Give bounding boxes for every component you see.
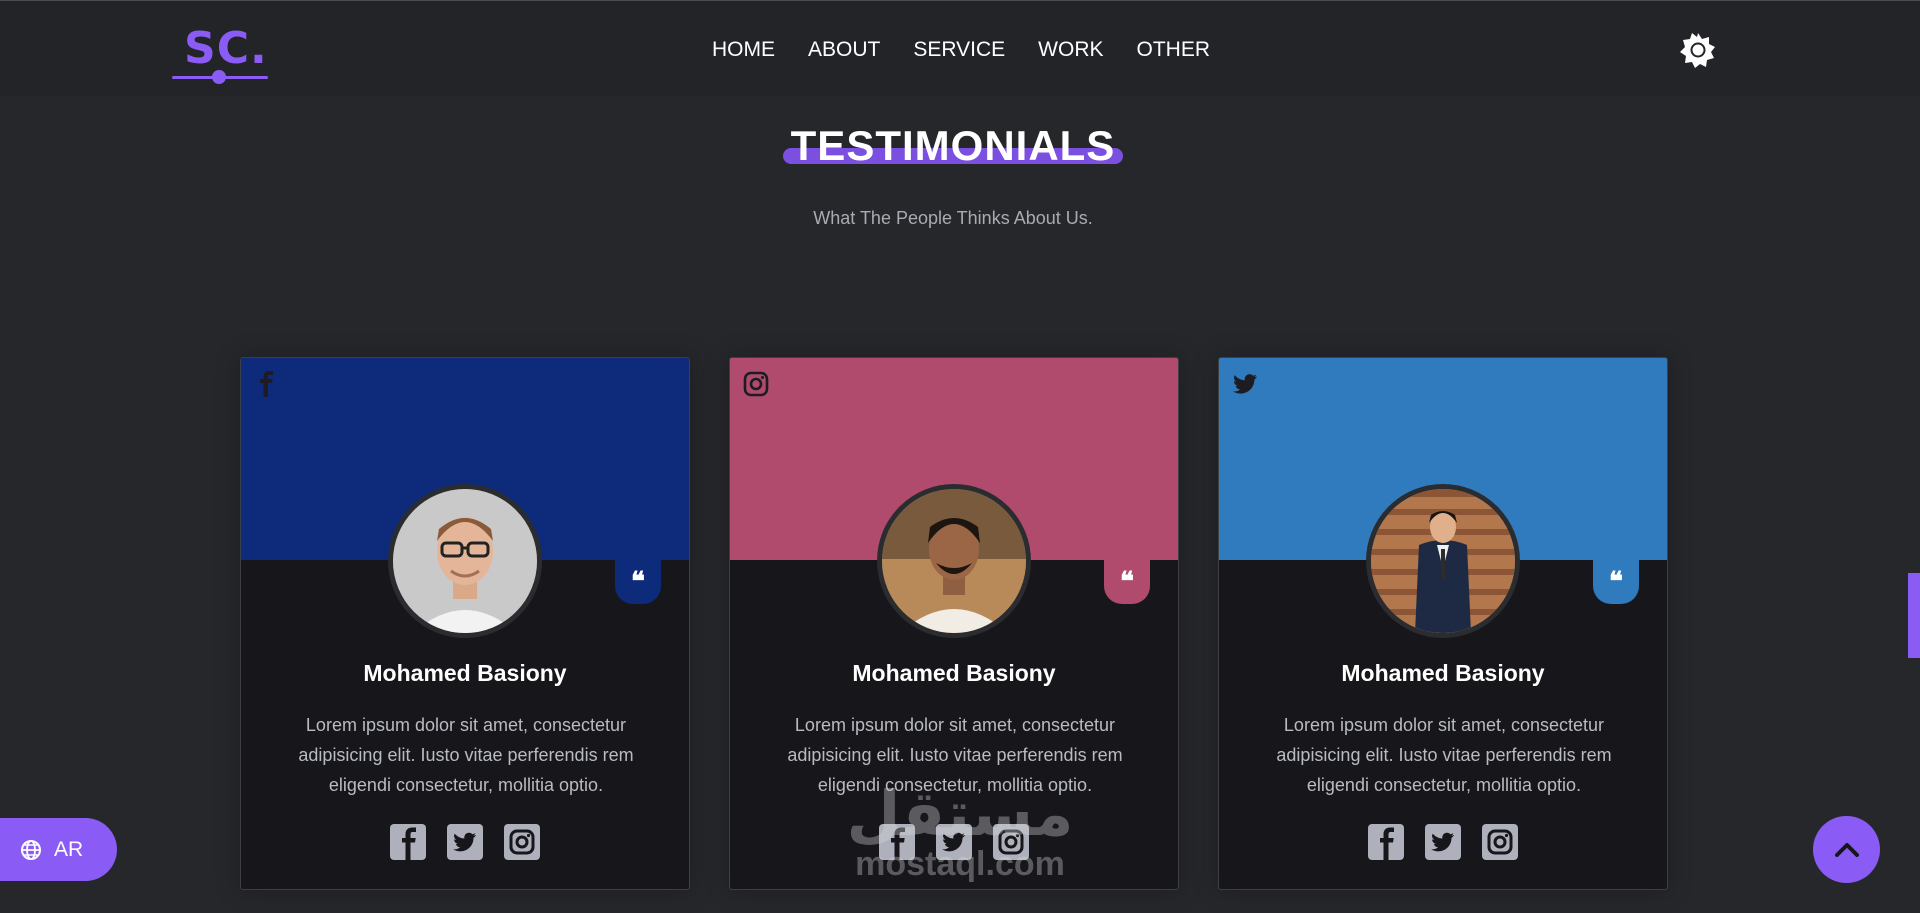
section-title: TESTIMONIALS bbox=[782, 122, 1124, 170]
twitter-square-icon[interactable] bbox=[447, 824, 483, 860]
card-name: Mohamed Basiony bbox=[852, 660, 1056, 686]
facebook-icon[interactable] bbox=[253, 370, 281, 398]
nav-other[interactable]: OTHER bbox=[1137, 35, 1211, 65]
nav-home[interactable]: HOME bbox=[712, 35, 775, 65]
main-nav: HOME ABOUT SERVICE WORK OTHER bbox=[712, 35, 1243, 65]
language-label: AR bbox=[54, 837, 84, 861]
card-social-links bbox=[241, 824, 689, 860]
testimonial-card: ❝ Mohamed Basiony Lorem ipsum dolor sit … bbox=[240, 357, 690, 890]
instagram-square-icon[interactable] bbox=[993, 824, 1029, 860]
section-title-text: TESTIMONIALS bbox=[790, 122, 1116, 169]
testimonial-card: ❝ Mohamed Basiony Lorem ipsum dolor sit … bbox=[729, 357, 1179, 890]
nav-service[interactable]: SERVICE bbox=[913, 35, 1005, 65]
section-title-wrap: TESTIMONIALS bbox=[0, 122, 1906, 170]
quote-icon: ❝ bbox=[615, 560, 661, 604]
card-social-links bbox=[730, 824, 1178, 860]
instagram-icon[interactable] bbox=[742, 370, 770, 398]
nav-work[interactable]: WORK bbox=[1038, 35, 1103, 65]
instagram-square-icon[interactable] bbox=[504, 824, 540, 860]
sun-gear-icon bbox=[1680, 33, 1715, 68]
card-name: Mohamed Basiony bbox=[1341, 660, 1545, 686]
logo-text: SC. bbox=[184, 23, 268, 74]
facebook-square-icon[interactable] bbox=[1368, 824, 1404, 860]
card-name: Mohamed Basiony bbox=[363, 660, 567, 686]
testimonial-card: ❝ Mohamed Basiony Lorem ipsum dolor sit … bbox=[1218, 357, 1668, 890]
twitter-icon[interactable] bbox=[1231, 370, 1259, 398]
quote-icon: ❝ bbox=[1593, 560, 1639, 604]
instagram-square-icon[interactable] bbox=[1482, 824, 1518, 860]
avatar bbox=[388, 484, 542, 638]
twitter-square-icon[interactable] bbox=[1425, 824, 1461, 860]
quote-icon: ❝ bbox=[1104, 560, 1150, 604]
scroll-to-top-button[interactable] bbox=[1813, 816, 1880, 883]
site-header: SC. HOME ABOUT SERVICE WORK OTHER bbox=[0, 1, 1920, 96]
logo[interactable]: SC. bbox=[172, 23, 272, 84]
page-scrollbar-thumb[interactable] bbox=[1908, 573, 1920, 658]
twitter-square-icon[interactable] bbox=[936, 824, 972, 860]
facebook-square-icon[interactable] bbox=[390, 824, 426, 860]
avatar bbox=[877, 484, 1031, 638]
avatar bbox=[1366, 484, 1520, 638]
card-text: Lorem ipsum dolor sit amet, consectetur … bbox=[787, 715, 1123, 795]
language-switch-button[interactable]: AR bbox=[0, 818, 117, 881]
logo-dot bbox=[212, 70, 226, 84]
facebook-square-icon[interactable] bbox=[879, 824, 915, 860]
theme-toggle-button[interactable] bbox=[1680, 32, 1716, 68]
card-text: Lorem ipsum dolor sit amet, consectetur … bbox=[298, 715, 634, 795]
card-social-links bbox=[1219, 824, 1667, 860]
section-subtitle: What The People Thinks About Us. bbox=[813, 208, 1093, 228]
globe-icon bbox=[21, 839, 41, 860]
nav-about[interactable]: ABOUT bbox=[808, 35, 880, 65]
card-text: Lorem ipsum dolor sit amet, consectetur … bbox=[1276, 715, 1612, 795]
chevron-up-icon bbox=[1834, 842, 1859, 857]
